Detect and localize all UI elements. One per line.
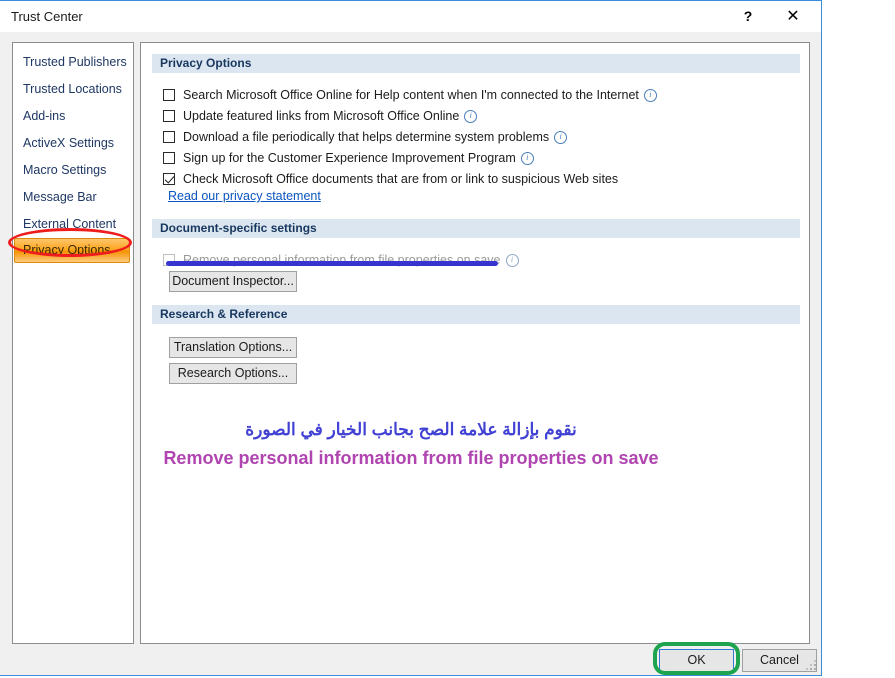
- translation-options-button[interactable]: Translation Options...: [169, 337, 297, 358]
- info-icon[interactable]: i: [506, 254, 519, 267]
- annotation-arabic-text: نقوم بإزالة علامة الصح بجانب الخيار في ا…: [0, 420, 822, 440]
- window-title: Trust Center: [11, 9, 83, 24]
- checkbox-remove-personal-information[interactable]: [163, 254, 175, 266]
- checkbox-label: Search Microsoft Office Online for Help …: [183, 88, 639, 102]
- sidebar-item-add-ins[interactable]: Add-ins: [13, 103, 133, 130]
- info-icon[interactable]: i: [464, 110, 477, 123]
- category-sidebar: Trusted Publishers Trusted Locations Add…: [12, 42, 134, 644]
- checkbox-row-download-file-periodically[interactable]: Download a file periodically that helps …: [163, 128, 567, 146]
- checkbox-search-office-online[interactable]: [163, 89, 175, 101]
- section-header-privacy-options: Privacy Options: [152, 54, 800, 73]
- checkbox-label: Download a file periodically that helps …: [183, 130, 549, 144]
- trust-center-dialog: Trust Center ? ✕ Trusted Publishers Trus…: [0, 0, 822, 676]
- annotation-english-text: Remove personal information from file pr…: [0, 448, 822, 469]
- checkbox-label: Remove personal information from file pr…: [183, 253, 501, 267]
- checkbox-label: Update featured links from Microsoft Off…: [183, 109, 459, 123]
- research-options-button[interactable]: Research Options...: [169, 363, 297, 384]
- help-icon[interactable]: ?: [728, 1, 768, 31]
- checkbox-customer-experience-program[interactable]: [163, 152, 175, 164]
- resize-grip[interactable]: [806, 660, 818, 672]
- checkbox-row-update-featured-links[interactable]: Update featured links from Microsoft Off…: [163, 107, 477, 125]
- checkbox-update-featured-links[interactable]: [163, 110, 175, 122]
- info-icon[interactable]: i: [644, 89, 657, 102]
- section-header-document-specific: Document-specific settings: [152, 219, 800, 238]
- sidebar-item-external-content[interactable]: External Content: [13, 211, 133, 238]
- checkbox-row-check-suspicious-websites[interactable]: Check Microsoft Office documents that ar…: [163, 170, 618, 188]
- checkbox-row-remove-personal-information[interactable]: Remove personal information from file pr…: [163, 251, 519, 269]
- document-inspector-button[interactable]: Document Inspector...: [169, 271, 297, 292]
- checkbox-check-suspicious-websites[interactable]: [163, 173, 175, 185]
- info-icon[interactable]: i: [554, 131, 567, 144]
- title-bar: Trust Center ? ✕: [0, 1, 821, 32]
- info-icon[interactable]: i: [521, 152, 534, 165]
- sidebar-item-macro-settings[interactable]: Macro Settings: [13, 157, 133, 184]
- checkbox-row-search-office-online[interactable]: Search Microsoft Office Online for Help …: [163, 86, 657, 104]
- sidebar-item-trusted-locations[interactable]: Trusted Locations: [13, 76, 133, 103]
- settings-content-panel: Privacy Options Search Microsoft Office …: [140, 42, 810, 644]
- close-icon[interactable]: ✕: [773, 1, 813, 31]
- ok-button[interactable]: OK: [659, 649, 734, 672]
- read-privacy-statement-link[interactable]: Read our privacy statement: [168, 189, 321, 203]
- sidebar-item-activex-settings[interactable]: ActiveX Settings: [13, 130, 133, 157]
- checkbox-download-file-periodically[interactable]: [163, 131, 175, 143]
- checkbox-label: Sign up for the Customer Experience Impr…: [183, 151, 516, 165]
- section-header-research-reference: Research & Reference: [152, 305, 800, 324]
- checkbox-row-customer-experience-program[interactable]: Sign up for the Customer Experience Impr…: [163, 149, 534, 167]
- checkbox-label: Check Microsoft Office documents that ar…: [183, 172, 618, 186]
- sidebar-item-privacy-options[interactable]: Privacy Options: [14, 238, 130, 263]
- sidebar-item-message-bar[interactable]: Message Bar: [13, 184, 133, 211]
- sidebar-item-trusted-publishers[interactable]: Trusted Publishers: [13, 49, 133, 76]
